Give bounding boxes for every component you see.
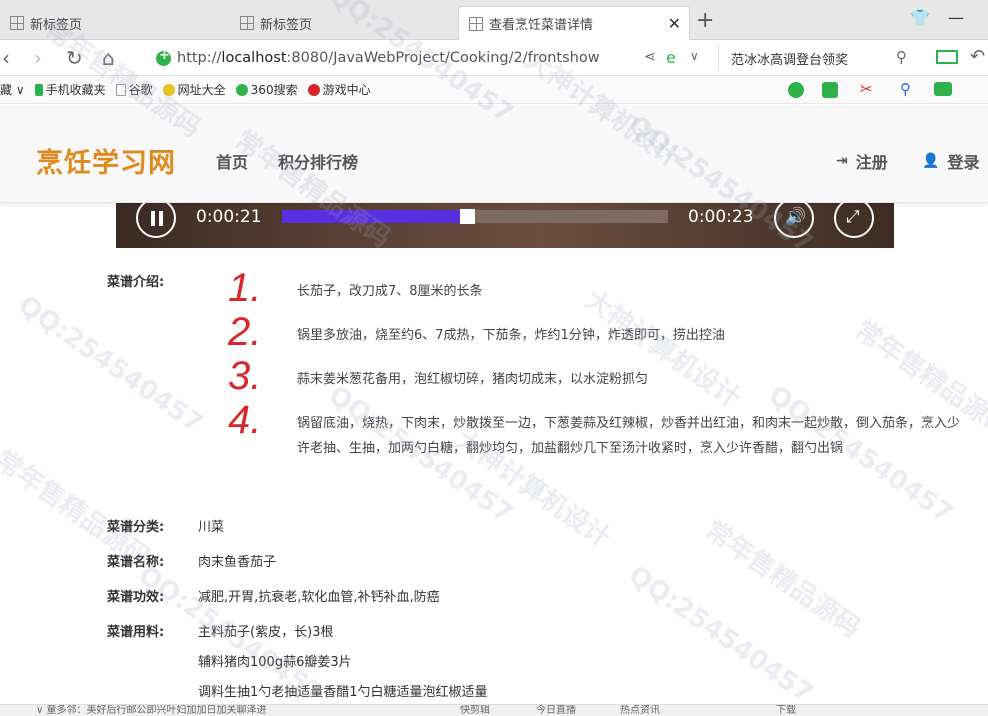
home-icon[interactable]: ⌂	[102, 46, 115, 70]
watermark: 常年售精品源码	[699, 514, 866, 644]
sites-icon	[162, 83, 175, 96]
pause-icon[interactable]	[136, 198, 176, 238]
tab-page-icon	[240, 16, 254, 30]
register-label: 注册	[855, 153, 888, 172]
status-item[interactable]: 下载	[776, 705, 796, 716]
ingredient-line: 主料茄子(紫皮，长)3根	[198, 625, 334, 640]
search-input[interactable]: 范冰冰高调登台领奖	[718, 45, 918, 71]
step-number: 4.	[228, 398, 262, 442]
chevron-down-icon[interactable]: ∨	[690, 49, 699, 63]
recipe-effect: 减肥,开胃,抗衰老,软化血管,补钙补血,防癌	[198, 590, 440, 605]
site-logo[interactable]: 烹饪学习网	[36, 141, 176, 180]
extension-icon[interactable]	[788, 82, 804, 98]
back-icon[interactable]: ‹	[2, 46, 10, 70]
ingredient-line: 调料生抽1勺老抽适量香醋1勺白糖适量泡红椒适量	[198, 685, 488, 700]
browser-tab[interactable]: 新标签页	[230, 6, 458, 40]
bookmark-item[interactable]: 游戏中心	[307, 81, 371, 98]
search360-icon	[235, 83, 248, 96]
tab-title: 新标签页	[30, 17, 83, 33]
status-item[interactable]: 今日直播	[536, 705, 576, 716]
watermark: QQ:254540457	[622, 560, 819, 710]
recipe-category-label: 菜谱分类:	[107, 520, 165, 535]
video-duration: 0:00:23	[688, 207, 754, 227]
step-text: 蒜末姜米葱花备用，泡红椒切碎，猪肉切成末，以水淀粉抓匀	[297, 372, 649, 387]
register-link[interactable]: ⇥ 注册	[836, 149, 888, 173]
tab-title: 新标签页	[260, 17, 313, 33]
nav-home[interactable]: 首页	[216, 149, 248, 173]
search-icon[interactable]: ⚲	[900, 80, 911, 98]
video-progress-fill	[282, 210, 468, 223]
browser-tab[interactable]: 新标签页	[0, 6, 230, 40]
recipe-effect-label: 菜谱功效:	[107, 590, 165, 605]
step-number: 3.	[228, 354, 262, 398]
ie-icon[interactable]: e	[666, 48, 676, 67]
video-progress-bar[interactable]	[282, 209, 668, 224]
url-prefix: http://	[177, 50, 222, 66]
minimize-icon[interactable]: —	[948, 8, 964, 27]
nav-ranking[interactable]: 积分排行榜	[278, 149, 358, 173]
share-icon[interactable]: ⋖	[644, 49, 656, 65]
url-path: :8080/JavaWebProject/Cooking/2/frontshow	[286, 50, 600, 66]
browser-tab-active[interactable]: 查看烹饪菜谱详情 ✕	[458, 6, 690, 40]
close-icon[interactable]: ✕	[668, 14, 681, 33]
new-tab-icon[interactable]: +	[696, 8, 714, 33]
volume-icon[interactable]: 🔊	[774, 198, 814, 238]
recipe-category: 川菜	[198, 520, 225, 535]
tab-page-icon	[469, 16, 483, 31]
step-number: 2.	[228, 310, 262, 354]
tab-title: 查看烹饪菜谱详情	[489, 18, 594, 33]
phone-icon	[34, 83, 43, 96]
bookmarks-bar: 藏 ∨ 手机收藏夹 谷歌 网址大全 360搜索 游戏中心 ✂ ⚲	[0, 76, 988, 104]
url-field[interactable]: http://localhost:8080/JavaWebProject/Coo…	[156, 45, 716, 71]
search-icon[interactable]: ⚲	[896, 48, 907, 66]
step-text: 长茄子，改刀成7、8厘米的长条	[297, 284, 483, 299]
search-text: 范冰冰高调登台领奖	[731, 52, 849, 68]
bookmark-item[interactable]: 谷歌	[115, 81, 153, 98]
user-icon: 👤	[922, 153, 940, 169]
video-current-time: 0:00:21	[196, 207, 262, 227]
bookmark-item[interactable]: 网址大全	[162, 81, 226, 98]
address-bar: ‹ › ↻ ⌂ http://localhost:8080/JavaWebPro…	[0, 40, 988, 76]
bookmark-item[interactable]: 藏 ∨	[0, 81, 25, 98]
tab-page-icon	[10, 16, 24, 30]
shirt-icon[interactable]: 👕	[910, 8, 930, 27]
ingredient-line: 辅料猪肉100g蒜6瓣姜3片	[198, 655, 352, 670]
status-item[interactable]: 快剪辑	[460, 705, 490, 716]
step-number: 1.	[228, 266, 262, 310]
login-label: 登录	[947, 153, 980, 172]
fullscreen-icon[interactable]: ⤢	[834, 198, 874, 238]
bookmark-item[interactable]: 手机收藏夹	[34, 81, 106, 98]
reload-icon[interactable]: ↻	[66, 46, 83, 70]
recipe-intro-label: 菜谱介绍:	[107, 275, 165, 290]
recipe-name: 肉末鱼香茄子	[198, 555, 277, 570]
video-progress-thumb[interactable]	[460, 209, 476, 224]
login-link[interactable]: 👤 登录	[922, 149, 979, 173]
status-item[interactable]: 热点资讯	[620, 705, 660, 716]
scissors-icon[interactable]: ✂	[860, 80, 873, 98]
sign-in-icon: ⇥	[836, 153, 848, 169]
browser-tab-bar: 新标签页 新标签页 查看烹饪菜谱详情 ✕ + 👕 —	[0, 0, 988, 40]
undo-icon[interactable]: ↶	[970, 46, 985, 67]
recipe-name-label: 菜谱名称:	[107, 555, 165, 570]
forward-icon[interactable]: ›	[34, 46, 42, 70]
secure-icon	[156, 48, 171, 66]
watermark: QQ:254540457	[12, 290, 209, 440]
site-header: 烹饪学习网 首页 积分排行榜 ⇥ 注册 👤 登录	[0, 105, 988, 203]
url-host: localhost	[221, 50, 287, 66]
extension-icon[interactable]	[822, 82, 838, 98]
status-bar: ∨ 童多邻：美好后行邮公即兴叶妇加加日加关聊泽进 快剪辑 今日直播 热点资讯 下…	[0, 704, 988, 716]
game-icon	[307, 83, 320, 96]
step-text: 锅里多放油，烧至约6、7成热，下茄条，炸约1分钟，炸透即可，捞出控油	[297, 328, 725, 343]
status-text: ∨ 童多邻：美好后行邮公即兴叶妇加加日加关聊泽进	[36, 705, 267, 716]
step-text: 锅留底油，烧热，下肉末，炒散拨至一边，下葱姜蒜及红辣椒，炒香并出红油，和肉末一起…	[297, 416, 961, 456]
recipe-ingredients-label: 菜谱用料:	[107, 625, 165, 640]
gamepad-icon[interactable]	[934, 82, 952, 96]
page-icon	[115, 83, 126, 96]
battery-icon[interactable]	[936, 50, 958, 64]
bookmark-item[interactable]: 360搜索	[235, 81, 298, 98]
